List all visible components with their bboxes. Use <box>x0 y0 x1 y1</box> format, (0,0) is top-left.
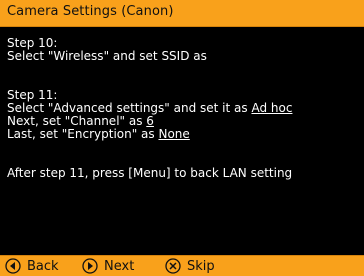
encryption-value: None <box>158 127 190 141</box>
back-button[interactable]: Back <box>5 258 59 274</box>
footer-bar: Back Next Skip <box>0 255 364 276</box>
channel-value: 6 <box>146 114 154 128</box>
instructions: Step 10: Select "Wireless" and set SSID … <box>7 37 359 180</box>
menu-note: After step 11, press [Menu] to back LAN … <box>7 166 293 180</box>
channel-text: Next, set "Channel" as <box>7 114 147 128</box>
step11-encryption-line: Last, set "Encryption" as None <box>7 128 359 141</box>
skip-button[interactable]: Skip <box>165 258 215 274</box>
skip-label: Skip <box>187 258 215 274</box>
encryption-text: Last, set "Encryption" as <box>7 127 159 141</box>
screen-title: Camera Settings (Canon) <box>7 4 174 19</box>
title-bar: Camera Settings (Canon) <box>0 0 364 27</box>
advanced-text: Select "Advanced settings" and set it as <box>7 101 252 115</box>
next-label: Next <box>104 258 135 274</box>
circle-right-arrow-icon <box>82 258 98 274</box>
circle-x-icon <box>165 258 181 274</box>
mode-value: Ad hoc <box>251 101 293 115</box>
circle-left-arrow-icon <box>5 258 21 274</box>
step10-text: Select "Wireless" and set SSID as <box>7 49 207 63</box>
next-button[interactable]: Next <box>82 258 134 274</box>
back-label: Back <box>27 258 59 274</box>
camera-settings-screen: Camera Settings (Canon) Step 10: Select … <box>0 0 364 276</box>
